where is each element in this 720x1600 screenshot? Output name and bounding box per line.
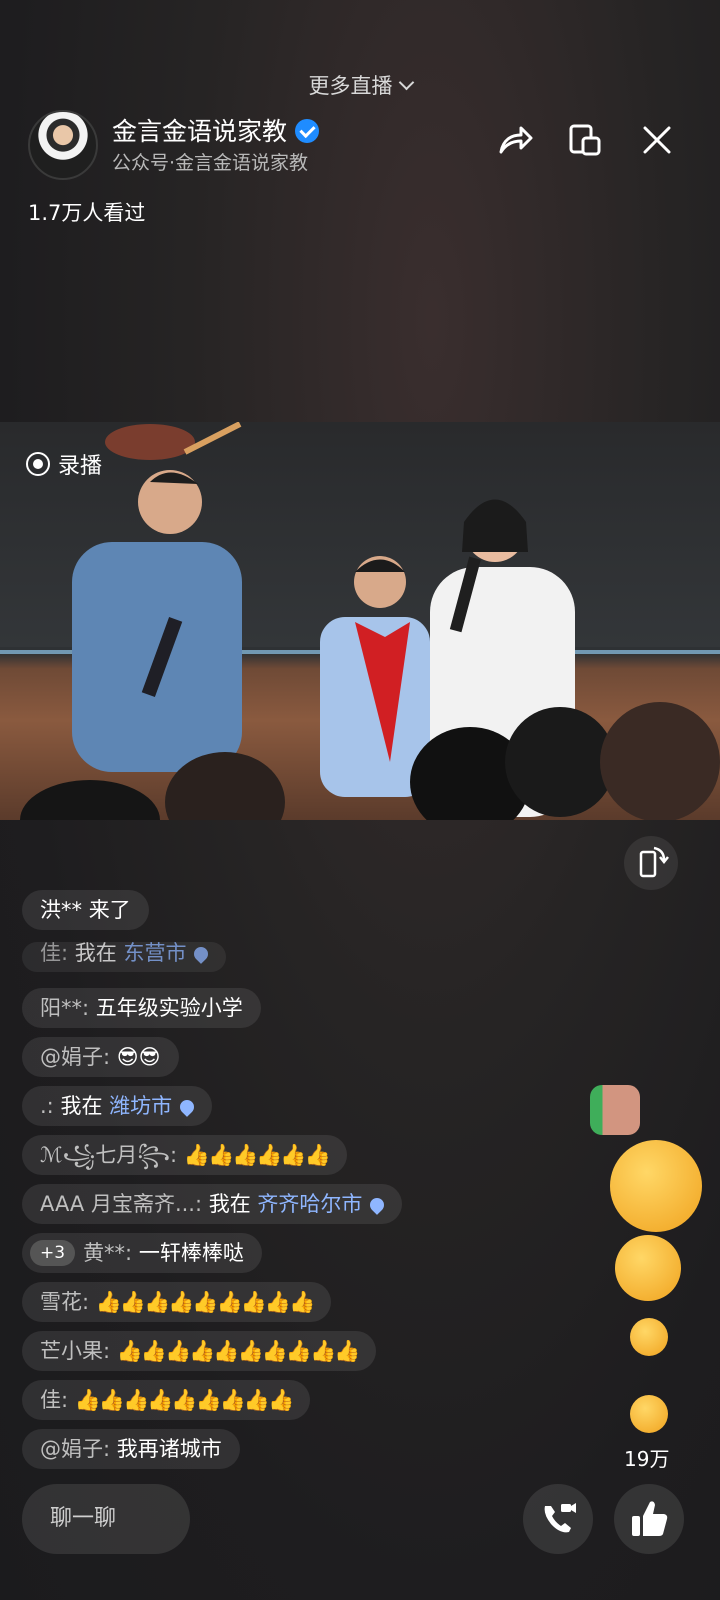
chat-input[interactable]: 聊一聊 (22, 1484, 190, 1554)
chat-message: 芒小果: 👍👍👍👍👍👍👍👍👍👍 (22, 1331, 377, 1371)
chat-message: AAA 月宝斋齐...: 我在 齐齐哈尔市 (22, 1184, 403, 1224)
chat-user: 佳: (40, 941, 69, 965)
chat-text: 😎😎 (116, 1045, 161, 1069)
fan-badge: +3 (30, 1240, 76, 1266)
emoji-icon (630, 1395, 668, 1433)
stage-scene (20, 422, 720, 820)
chevron-down-icon (398, 74, 414, 91)
chat-text: 👍👍👍👍👍👍👍👍👍👍 (116, 1339, 360, 1363)
video-call-button[interactable] (523, 1484, 593, 1554)
chat-message: .: 我在 潍坊市 (22, 1086, 213, 1126)
chat-text: 👍👍👍👍👍👍👍👍👍 (95, 1290, 315, 1314)
chat-message: @娟子: 我再诸城市 (22, 1429, 240, 1469)
like-button[interactable] (614, 1484, 684, 1554)
location-pin-icon (177, 1097, 198, 1117)
chat-user: @娟子: (40, 1045, 111, 1069)
chat-user: 芒小果: (40, 1339, 111, 1363)
chat-text: 我在 (208, 1192, 251, 1216)
chat-message: 佳: 我在 东营市 (22, 941, 227, 972)
verified-icon (295, 119, 320, 143)
viewer-count: 1.7万人看过 (28, 201, 146, 225)
record-icon (26, 452, 50, 476)
picture-in-picture-icon (569, 124, 601, 156)
video-call-icon (544, 1503, 576, 1533)
chat-text: 来了 (88, 898, 131, 922)
more-live-button[interactable]: 更多直播 (0, 70, 720, 100)
video-player[interactable]: 录播 (0, 422, 720, 820)
chat-text: 👍👍👍👍👍👍 (183, 1143, 331, 1167)
close-button[interactable] (635, 118, 679, 162)
chat-location: 齐齐哈尔市 (257, 1192, 363, 1216)
thumbs-up-float-icon (590, 1085, 640, 1135)
smirk-emoji-icon (610, 1140, 702, 1232)
rotate-screen-icon (639, 846, 669, 878)
close-icon (643, 126, 671, 154)
more-live-label: 更多直播 (308, 74, 393, 98)
chat-user: 佳: (40, 1388, 69, 1412)
host-name-row[interactable]: 金言金语说家教 (112, 112, 320, 148)
pip-button[interactable] (563, 118, 607, 162)
host-subtitle: 公众号·金言金语说家教 (112, 152, 309, 174)
chat-user: 阳**: (40, 996, 90, 1020)
star-eyes-emoji-icon (615, 1235, 681, 1301)
chat-location: 潍坊市 (109, 1094, 173, 1118)
chat-user: 洪** (40, 898, 82, 922)
recording-badge: 录播 (26, 448, 102, 480)
chat-message: +3 黄**: 一轩棒棒哒 (22, 1233, 262, 1273)
chat-user: ℳ꧁七月꧂: (40, 1143, 178, 1167)
host-avatar[interactable] (28, 110, 98, 180)
chat-user: 黄**: (83, 1241, 133, 1265)
chat-user: 雪花: (40, 1290, 90, 1314)
chat-message: ℳ꧁七月꧂: 👍👍👍👍👍👍 (22, 1135, 347, 1175)
chat-text: 一轩棒棒哒 (138, 1241, 244, 1265)
location-pin-icon (367, 1195, 388, 1215)
chat-user: .: (40, 1094, 54, 1118)
rotate-screen-button[interactable] (624, 836, 678, 890)
chat-message: 阳**: 五年级实验小学 (22, 988, 261, 1028)
chat-text: 👍👍👍👍👍👍👍👍👍 (74, 1388, 294, 1412)
chat-text: 我再诸城市 (116, 1437, 222, 1461)
chat-text: 五年级实验小学 (95, 996, 243, 1020)
chat-user: @娟子: (40, 1437, 111, 1461)
chat-message: 雪花: 👍👍👍👍👍👍👍👍👍 (22, 1282, 332, 1322)
location-pin-icon (191, 944, 212, 964)
chat-message: @娟子: 😎😎 (22, 1037, 179, 1077)
share-button[interactable] (493, 118, 537, 162)
host-name: 金言金语说家教 (112, 117, 288, 146)
share-icon (499, 126, 533, 154)
emoji-icon (630, 1318, 668, 1356)
chat-text: 我在 (74, 941, 117, 965)
chat-location: 东营市 (123, 941, 187, 965)
chat-text: 我在 (60, 1094, 103, 1118)
chat-user: AAA 月宝斋齐...: (40, 1192, 203, 1216)
recording-label: 录播 (58, 454, 103, 479)
chat-message: 洪** 来了 (22, 890, 149, 930)
thumbs-up-icon (632, 1501, 668, 1536)
like-count: 19万 (624, 1447, 670, 1471)
chat-message: 佳: 👍👍👍👍👍👍👍👍👍 (22, 1380, 311, 1420)
